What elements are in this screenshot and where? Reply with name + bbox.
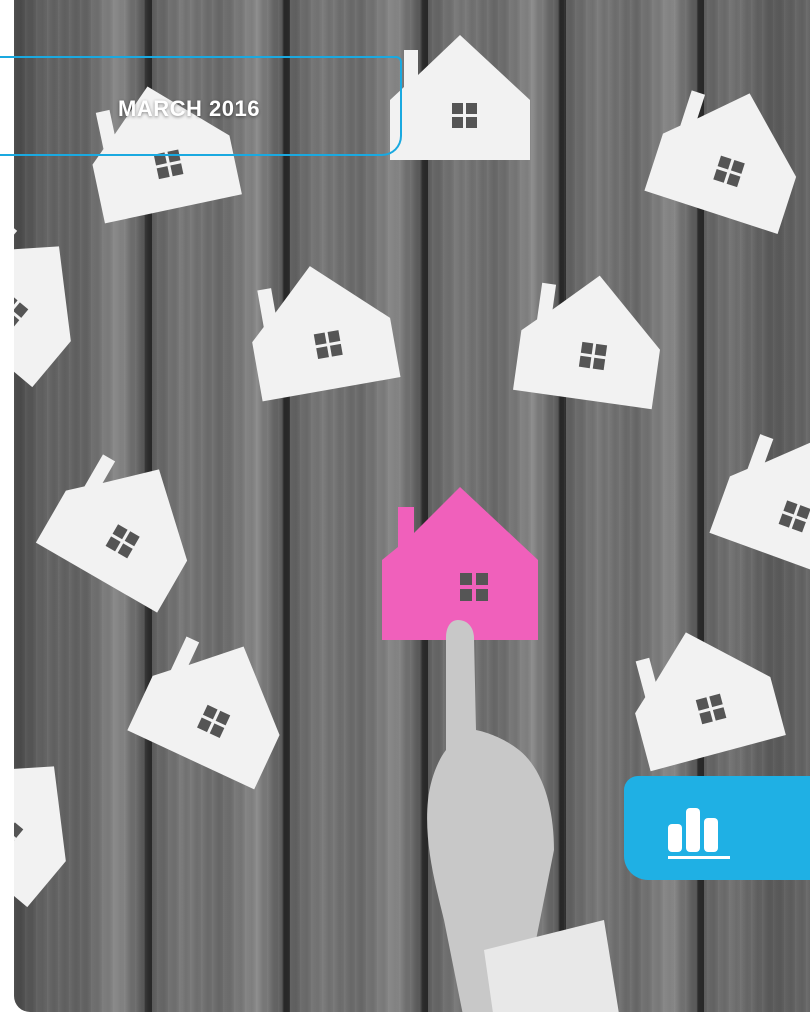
house-cutout [390,35,530,160]
house-cutout [618,614,786,772]
house-cutout [14,721,108,908]
highlighted-house [382,487,538,640]
report-date: MARCH 2016 [118,96,260,121]
house-cutout [127,616,308,790]
house-cutout [14,201,113,388]
pointing-hand [427,620,619,1012]
house-cutout [644,71,810,234]
report-cover: MARCH 2016 [0,0,810,1019]
house-cutout [35,434,220,613]
house-cutout [513,265,670,410]
house-cutout [709,415,810,581]
bar-chart-icon [668,808,730,859]
house-cutout [240,253,401,402]
report-badge [624,776,810,880]
